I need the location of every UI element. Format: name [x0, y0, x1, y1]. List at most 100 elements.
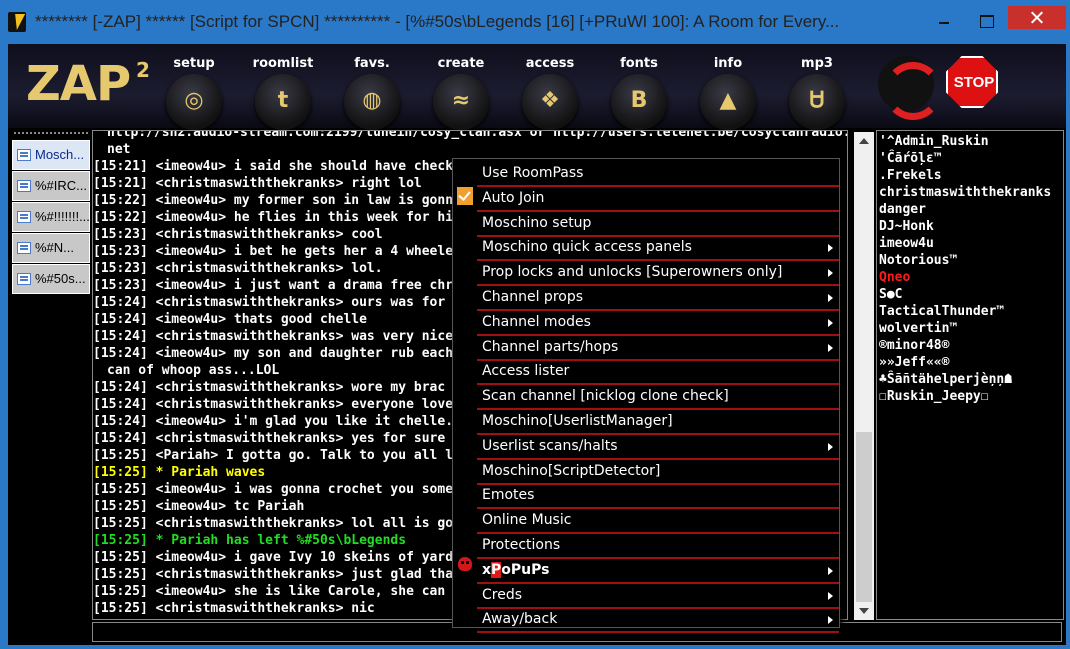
menu-item-label: Auto Join [482, 189, 545, 206]
menu-item-label: Protections [482, 537, 561, 553]
window-switchbar: Mosch... %#IRC... %#!!!!!!!... %#N... %#50s.… [12, 132, 90, 630]
toolbar-button-label: create [437, 56, 485, 71]
nick-entry[interactable]: ☐Ruskin_Jeepy☐ [877, 388, 1063, 405]
menu-item-away-back[interactable]: Away/back [477, 608, 839, 634]
channel-window-icon [17, 242, 31, 254]
rss-icon: ≈ [451, 88, 471, 113]
channel-window-icon [17, 149, 31, 161]
nick-entry[interactable]: ®minor48® [877, 337, 1063, 354]
nick-entry[interactable]: '^Admin_Ruskin [877, 133, 1063, 150]
menu-item-emotes[interactable]: Emotes [477, 484, 839, 510]
menu-item-userlist-scans-halts[interactable]: Userlist scans/halts [477, 435, 839, 460]
submenu-arrow-icon [828, 566, 833, 575]
menu-item-access-lister[interactable]: Access lister [477, 360, 839, 386]
menu-item-auto-join[interactable]: Auto Join [477, 187, 839, 212]
toolbar-button-setup[interactable]: setup ◎ [156, 52, 232, 130]
menu-item-label: Channel props [482, 289, 584, 305]
switchbar-tab[interactable]: Mosch... [12, 140, 90, 170]
checkmark-icon [457, 187, 473, 205]
switchbar-grip[interactable] [14, 132, 88, 135]
title-bar[interactable]: ******** [-ZAP] ****** [Script for SPCN]… [0, 0, 1070, 44]
nick-list[interactable]: '^Admin_Ruskin 'Ĉāŕōļε™ .Frekels christmasw… [876, 130, 1064, 620]
toolbar-button-fonts[interactable]: fonts B [601, 52, 677, 130]
toolbar-button-roomlist[interactable]: roomlist t [245, 52, 321, 130]
menu-item-label: Channel parts/hops [482, 338, 619, 355]
menu-item-label: Access lister [482, 363, 570, 380]
nick-entry[interactable]: DJ~Honk [877, 218, 1063, 235]
context-menu: Use RoomPass Auto Join Moschino setup Mosch… [452, 158, 840, 634]
menu-item-label: Channel modes [482, 313, 591, 330]
switchbar-tab-label: %#N... [35, 240, 75, 255]
menu-item-xpopups[interactable]: xPoPuPs [477, 559, 839, 584]
google-drive-icon: ▲ [719, 88, 737, 113]
nick-entry[interactable]: danger [877, 201, 1063, 218]
menu-item-channel-props[interactable]: Channel props [477, 286, 839, 311]
instagram-icon: ◎ [184, 88, 204, 113]
scroll-down-arrow-icon[interactable] [854, 602, 874, 620]
menu-item-label: Userlist scans/halts [482, 437, 618, 454]
nick-entry[interactable]: Qneo [877, 269, 1063, 286]
menu-item-label: Moschino setup [482, 214, 592, 231]
toolbar-button-favs[interactable]: favs. ◍ [334, 52, 410, 130]
menu-item-scan-channel-nicklog-clone-check[interactable]: Scan channel [nicklog clone check] [477, 385, 839, 411]
toolbar-button-create[interactable]: create ≈ [423, 52, 499, 130]
submenu-arrow-icon [828, 442, 833, 451]
switchbar-tab[interactable]: %#!!!!!!!... [12, 202, 90, 232]
minimize-button[interactable] [930, 10, 958, 30]
nick-entry[interactable]: christmaswiththekranks [877, 184, 1063, 201]
menu-item-moschino-userlistmanager[interactable]: Moschino[UserlistManager] [477, 410, 839, 435]
scroll-up-arrow-icon[interactable] [854, 132, 874, 150]
dribbble-icon: ◍ [362, 88, 382, 113]
menu-item-prop-locks-and-unlocks-superowners-only[interactable]: Prop locks and unlocks [Superowners only… [477, 261, 839, 287]
menu-item-protections[interactable]: Protections [477, 534, 839, 559]
submenu-arrow-icon [828, 269, 833, 278]
nick-entry[interactable]: TacticalThunder™ [877, 303, 1063, 320]
maximize-button[interactable] [972, 10, 1000, 30]
nick-entry[interactable]: imeow4u [877, 235, 1063, 252]
switchbar-tab[interactable]: %#IRC... [12, 171, 90, 201]
nick-entry[interactable]: Notorious™ [877, 252, 1063, 269]
toolbar-button-label: mp3 [801, 56, 833, 71]
menu-item-use-roompass[interactable]: Use RoomPass [477, 162, 839, 187]
menu-item-channel-parts-hops[interactable]: Channel parts/hops [477, 336, 839, 361]
window-title: ******** [-ZAP] ****** [Script for SPCN]… [35, 12, 840, 31]
menu-item-label: Scan channel [nicklog clone check] [482, 388, 729, 405]
toolbar-button-info[interactable]: info ▲ [690, 52, 766, 130]
nick-entry[interactable]: .Frekels [877, 167, 1063, 184]
menu-item-moschino-quick-access-panels[interactable]: Moschino quick access panels [477, 236, 839, 262]
switchbar-tab[interactable]: %#N... [12, 233, 90, 263]
app-lightning-icon[interactable] [8, 12, 26, 32]
xpopups-label-x: x [482, 561, 492, 578]
menu-item-moschino-scriptdetector[interactable]: Moschino[ScriptDetector] [477, 460, 839, 485]
toolbar-button-label: roomlist [252, 56, 314, 71]
submenu-arrow-icon [828, 591, 833, 600]
nick-entry[interactable]: »»Jeff««® [877, 354, 1063, 371]
toolbar-button-mp3[interactable]: mp3 Ꮜ [779, 52, 855, 130]
refresh-icon[interactable] [878, 56, 942, 120]
menu-item-label: Online Music [482, 512, 572, 529]
menu-item-label: Emotes [482, 487, 535, 504]
nick-entry[interactable]: wolvertin™ [877, 320, 1063, 337]
channel-window-icon [17, 211, 31, 223]
chat-scrollbar[interactable] [854, 132, 874, 620]
switchbar-tab[interactable]: %#50s... [12, 264, 90, 294]
close-button[interactable] [1008, 6, 1066, 29]
toolbar: ZAP 2 STOP setup ◎ roomlist t favs. ◍ create ≈ a… [8, 44, 1066, 130]
menu-item-creds[interactable]: Creds [477, 584, 839, 609]
menu-item-label: Use RoomPass [482, 165, 584, 181]
menu-item-channel-modes[interactable]: Channel modes [477, 311, 839, 336]
nick-entry[interactable]: 'Ĉāŕōļε™ [877, 150, 1063, 167]
nick-entry[interactable]: ♣Ŝãñtähelperjèņņ☗ [877, 371, 1063, 388]
app-window: ******** [-ZAP] ****** [Script for SPCN]… [0, 0, 1070, 649]
toolbar-button-label: access [525, 56, 575, 71]
menu-item-label: Moschino[ScriptDetector] [482, 462, 661, 479]
stop-button[interactable]: STOP [946, 56, 998, 108]
toolbar-button-access[interactable]: access ❖ [512, 52, 588, 130]
scroll-thumb[interactable] [856, 432, 872, 602]
chat-line: http://sh2.audio-stream.com:2199/tunein/… [107, 130, 848, 140]
nick-entry[interactable]: S●C [877, 286, 1063, 303]
submenu-arrow-icon [828, 244, 833, 253]
tumblr-icon: t [277, 88, 289, 113]
menu-item-online-music[interactable]: Online Music [477, 509, 839, 535]
menu-item-moschino-setup[interactable]: Moschino setup [477, 212, 839, 237]
